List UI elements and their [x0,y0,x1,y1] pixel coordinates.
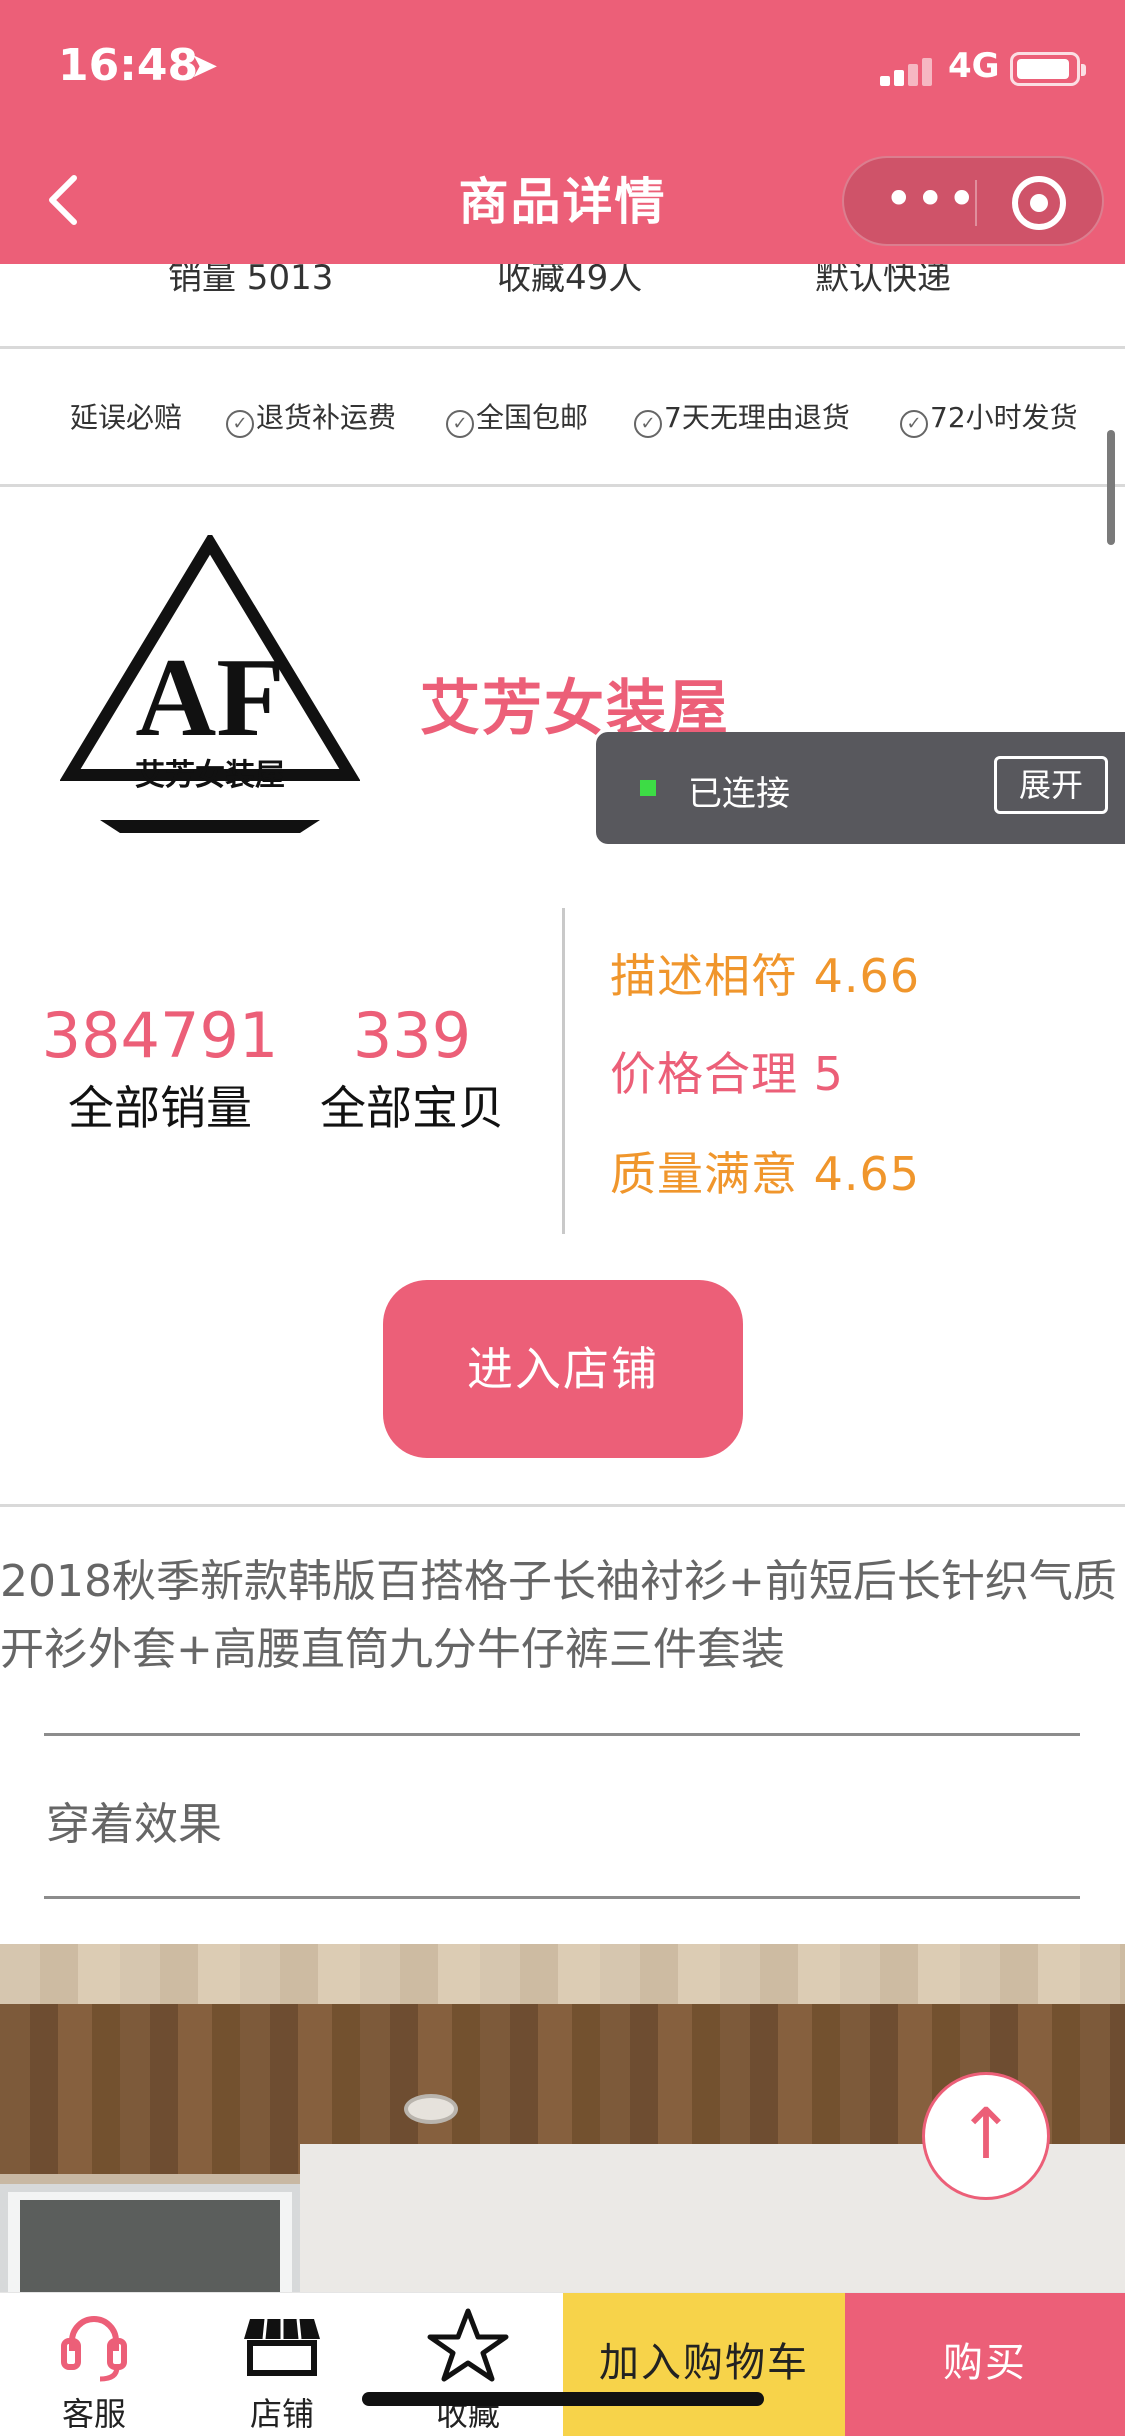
connected-status-icon [640,780,656,796]
battery-icon [1010,52,1086,86]
rating-price: 价格合理 5 [610,1047,844,1101]
check-circle-icon: ✓ [900,410,928,438]
more-icon[interactable]: ••• [884,174,978,224]
connection-status-text: 已连接 [688,774,790,814]
total-items-label: 全部宝贝 [320,1081,504,1135]
total-items: 339 全部宝贝 [304,1000,520,1138]
close-mini-program-icon[interactable] [1012,176,1066,230]
scrollbar[interactable] [1107,430,1115,545]
guarantee-item: 延误必赔 [70,401,183,434]
customer-service-tab[interactable]: 客服 [14,2293,174,2436]
add-to-cart-button[interactable]: 加入购物车 [563,2293,845,2436]
status-time: 16:48 [58,40,199,91]
signal-icon [880,56,940,86]
total-sales-label: 全部销量 [68,1081,252,1135]
guarantee-item: ✓ 退货补运费 [226,396,396,438]
guarantee-item: ✓ 72小时发货 [900,396,1078,438]
rating-quality: 质量满意 4.65 [610,1147,921,1201]
store-label: 店铺 [249,2395,314,2433]
nav-bar: 商品详情 ••• [0,132,1125,264]
logo-subtext: 艾芳女装屋 [135,758,285,793]
metrics-divider [562,908,565,1234]
headset-icon [14,2305,174,2385]
logo-text: AF [135,636,284,760]
mini-program-capsule: ••• [842,156,1104,246]
store-tab[interactable]: 店铺 [202,2293,362,2436]
guarantee-item: ✓ 7天无理由退货 [634,396,850,438]
store-icon [202,2305,362,2385]
divider [0,346,1125,349]
section-title: 穿着效果 [46,1799,222,1850]
enter-shop-button[interactable]: 进入店铺 [383,1280,743,1458]
guarantee-item: ✓ 全国包邮 [446,396,588,438]
favorite-tab[interactable]: 收藏 [388,2293,548,2436]
divider [44,1733,1080,1736]
product-title: 2018秋季新款韩版百搭格子长袖衬衫+前短后长针织气质开衫外套+高腰直筒九分牛仔… [0,1556,1117,1675]
divider [44,1896,1080,1899]
star-icon [388,2305,548,2385]
location-arrow-icon: ➤ [190,46,219,86]
scroll-to-top-button[interactable]: ↑ [922,2072,1050,2200]
expand-button[interactable]: 展开 [994,756,1108,814]
total-items-value: 339 [352,999,472,1072]
customer-service-label: 客服 [61,2395,126,2433]
bottom-action-bar: 客服 店铺 收藏 加入购物车 购买 [0,2292,1125,2436]
guarantee-list: 延误必赔 ✓ 退货补运费 ✓ 全国包邮 ✓ 7天无理由退货 ✓ 72小时发货 [0,390,1125,442]
status-bar: 16:48 ➤ 4G [0,0,1125,132]
buy-button[interactable]: 购买 [845,2293,1125,2436]
shop-logo[interactable]: AF 艾芳女装屋 [59,531,361,850]
top-bar: 16:48 ➤ 4G 商品详情 ••• [0,0,1125,264]
check-circle-icon: ✓ [226,410,254,438]
total-sales-value: 384791 [41,999,279,1072]
arrow-up-icon: ↑ [956,2093,1016,2175]
divider [0,484,1125,487]
check-circle-icon: ✓ [446,410,474,438]
total-sales: 384791 全部销量 [40,1000,280,1138]
rating-description: 描述相符 4.66 [610,949,921,1003]
connection-toast: 已连接 展开 [596,732,1125,844]
check-circle-icon: ✓ [634,410,662,438]
network-type: 4G [948,46,1000,86]
divider [0,1504,1125,1507]
home-indicator[interactable] [362,2392,764,2406]
